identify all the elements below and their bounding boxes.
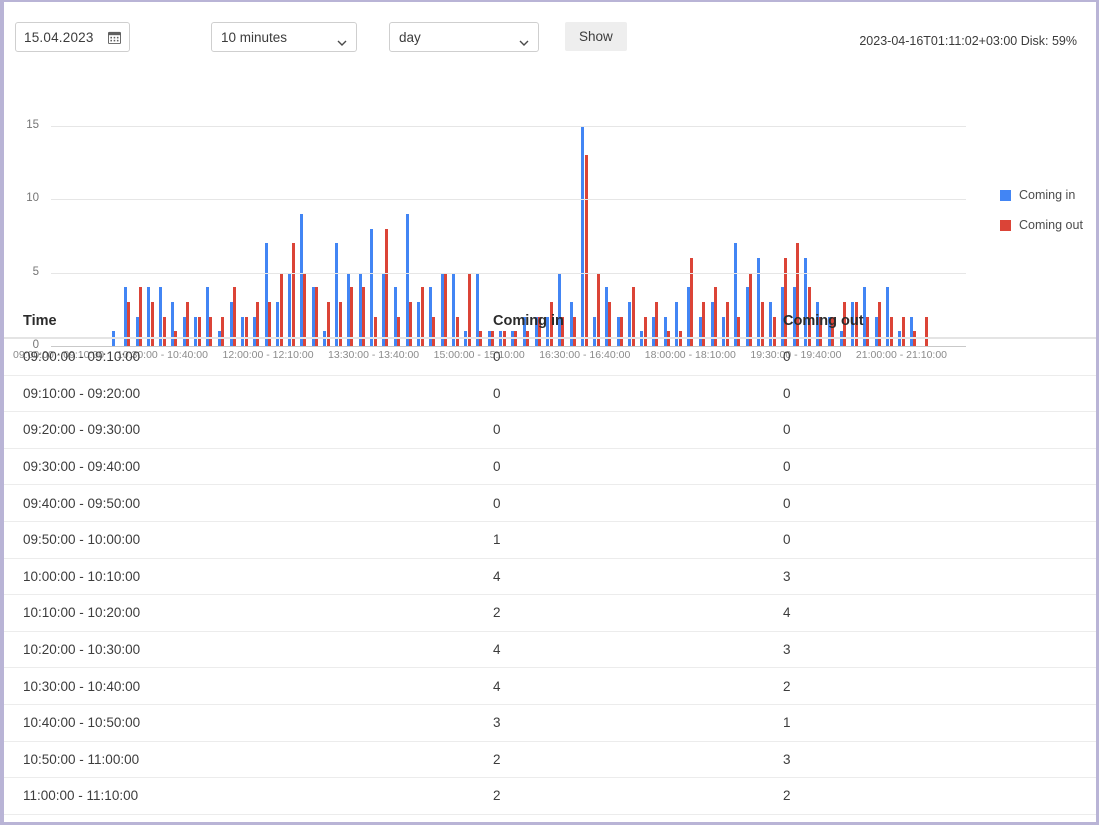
calendar-icon[interactable] bbox=[108, 31, 121, 44]
table-body: 09:00:00 - 09:10:00 0 0 09:10:00 - 09:20:00… bbox=[4, 339, 1096, 815]
table-row[interactable]: 09:30:00 - 09:40:00 0 0 bbox=[4, 449, 1096, 486]
column-header-coming-in: Coming in bbox=[493, 313, 564, 329]
date-input-value: 15.04.2023 bbox=[24, 29, 94, 45]
chart-gridline bbox=[51, 126, 966, 127]
cell-coming-in: 2 bbox=[493, 751, 501, 767]
chevron-down-icon bbox=[337, 34, 347, 46]
cell-time: 10:20:00 - 10:30:00 bbox=[23, 642, 141, 658]
filter-toolbar: 15.04.2023 10 minutes day Show 2023-04-1… bbox=[4, 2, 1096, 64]
cell-coming-out: 3 bbox=[783, 642, 791, 658]
show-button[interactable]: Show bbox=[565, 22, 627, 51]
table-row[interactable]: 10:20:00 - 10:30:00 4 3 bbox=[4, 632, 1096, 669]
cell-time: 10:30:00 - 10:40:00 bbox=[23, 678, 141, 694]
cell-coming-in: 0 bbox=[493, 495, 501, 511]
chart-gridline bbox=[51, 272, 966, 274]
cell-time: 09:50:00 - 10:00:00 bbox=[23, 532, 141, 548]
table-row[interactable]: 09:20:00 - 09:30:00 0 0 bbox=[4, 412, 1096, 449]
column-header-time: Time bbox=[23, 313, 57, 329]
cell-coming-in: 4 bbox=[493, 678, 501, 694]
table-row[interactable]: 10:30:00 - 10:40:00 4 2 bbox=[4, 668, 1096, 705]
cell-time: 09:30:00 - 09:40:00 bbox=[23, 459, 141, 475]
period-select-value: day bbox=[399, 29, 421, 45]
cell-coming-out: 3 bbox=[783, 568, 791, 584]
table-header-row: Time Coming in Coming out bbox=[4, 307, 1096, 339]
cell-coming-out: 0 bbox=[783, 422, 791, 438]
cell-coming-out: 0 bbox=[783, 459, 791, 475]
chevron-down-icon bbox=[519, 34, 529, 46]
cell-time: 09:10:00 - 09:20:00 bbox=[23, 385, 141, 401]
cell-coming-out: 3 bbox=[783, 751, 791, 767]
cell-coming-in: 4 bbox=[493, 568, 501, 584]
cell-coming-in: 0 bbox=[493, 422, 501, 438]
passage-table: Time Coming in Coming out 09:00:00 - 09:… bbox=[4, 307, 1096, 815]
chart-y-tick-label: 5 bbox=[32, 265, 39, 278]
table-row[interactable]: 11:00:00 - 11:10:00 2 2 bbox=[4, 778, 1096, 815]
cell-coming-out: 2 bbox=[783, 788, 791, 804]
cell-coming-out: 4 bbox=[783, 605, 791, 621]
chart-y-tick-label: 10 bbox=[26, 192, 39, 205]
table-row[interactable]: 10:00:00 - 10:10:00 4 3 bbox=[4, 559, 1096, 596]
cell-time: 10:40:00 - 10:50:00 bbox=[23, 715, 141, 731]
cell-coming-out: 2 bbox=[783, 678, 791, 694]
cell-time: 10:50:00 - 11:00:00 bbox=[23, 751, 140, 767]
legend-item-coming-in[interactable]: Coming in bbox=[1000, 188, 1099, 202]
cell-coming-in: 1 bbox=[493, 532, 501, 548]
cell-coming-out: 1 bbox=[783, 715, 791, 731]
legend-swatch-coming-in bbox=[1000, 189, 1011, 201]
table-row[interactable]: 10:50:00 - 11:00:00 2 3 bbox=[4, 742, 1096, 779]
cell-coming-in: 0 bbox=[493, 459, 501, 475]
cell-coming-out: 0 bbox=[783, 495, 791, 511]
legend-label-coming-in: Coming in bbox=[1019, 188, 1076, 202]
cell-time: 10:00:00 - 10:10:00 bbox=[23, 568, 141, 584]
passage-chart: 0 5 10 15 09:00:00 - 09:10:00 10:30:00 - 10:… bbox=[4, 64, 1099, 361]
chart-gridline bbox=[51, 199, 966, 201]
table-row[interactable]: 09:40:00 - 09:50:00 0 0 bbox=[4, 485, 1096, 522]
cell-coming-in: 4 bbox=[493, 642, 501, 658]
interval-select[interactable]: 10 minutes bbox=[211, 22, 357, 52]
cell-time: 09:40:00 - 09:50:00 bbox=[23, 495, 141, 511]
status-text: 2023-04-16T01:11:02+03:00 Disk: 59% bbox=[859, 34, 1077, 48]
cell-coming-out: 0 bbox=[783, 385, 791, 401]
cell-coming-in: 3 bbox=[493, 715, 501, 731]
cell-coming-in: 2 bbox=[493, 605, 501, 621]
interval-select-value: 10 minutes bbox=[221, 29, 288, 45]
period-select[interactable]: day bbox=[389, 22, 539, 52]
chart-legend: Coming in Coming out bbox=[1000, 188, 1099, 248]
report-page: 15.04.2023 10 minutes day Show 2023-04-1… bbox=[0, 0, 1099, 825]
table-row[interactable]: 10:10:00 - 10:20:00 2 4 bbox=[4, 595, 1096, 632]
legend-swatch-coming-out bbox=[1000, 219, 1011, 231]
table-row[interactable]: 09:10:00 - 09:20:00 0 0 bbox=[4, 376, 1096, 413]
cell-time: 11:00:00 - 11:10:00 bbox=[23, 788, 139, 804]
column-header-coming-out: Coming out bbox=[783, 313, 864, 329]
table-row[interactable]: 09:50:00 - 10:00:00 1 0 bbox=[4, 522, 1096, 559]
chart-y-tick-label: 15 bbox=[26, 119, 39, 131]
cell-coming-in: 0 bbox=[493, 385, 501, 401]
cell-coming-out: 0 bbox=[783, 349, 791, 365]
cell-coming-in: 0 bbox=[493, 349, 501, 365]
table-row[interactable]: 09:00:00 - 09:10:00 0 0 bbox=[4, 339, 1096, 376]
table-row[interactable]: 10:40:00 - 10:50:00 3 1 bbox=[4, 705, 1096, 742]
cell-coming-out: 0 bbox=[783, 532, 791, 548]
cell-time: 09:00:00 - 09:10:00 bbox=[23, 349, 141, 365]
cell-time: 10:10:00 - 10:20:00 bbox=[23, 605, 141, 621]
date-input[interactable]: 15.04.2023 bbox=[15, 22, 130, 52]
legend-label-coming-out: Coming out bbox=[1019, 218, 1083, 232]
legend-item-coming-out[interactable]: Coming out bbox=[1000, 218, 1099, 232]
cell-coming-in: 2 bbox=[493, 788, 501, 804]
cell-time: 09:20:00 - 09:30:00 bbox=[23, 422, 141, 438]
